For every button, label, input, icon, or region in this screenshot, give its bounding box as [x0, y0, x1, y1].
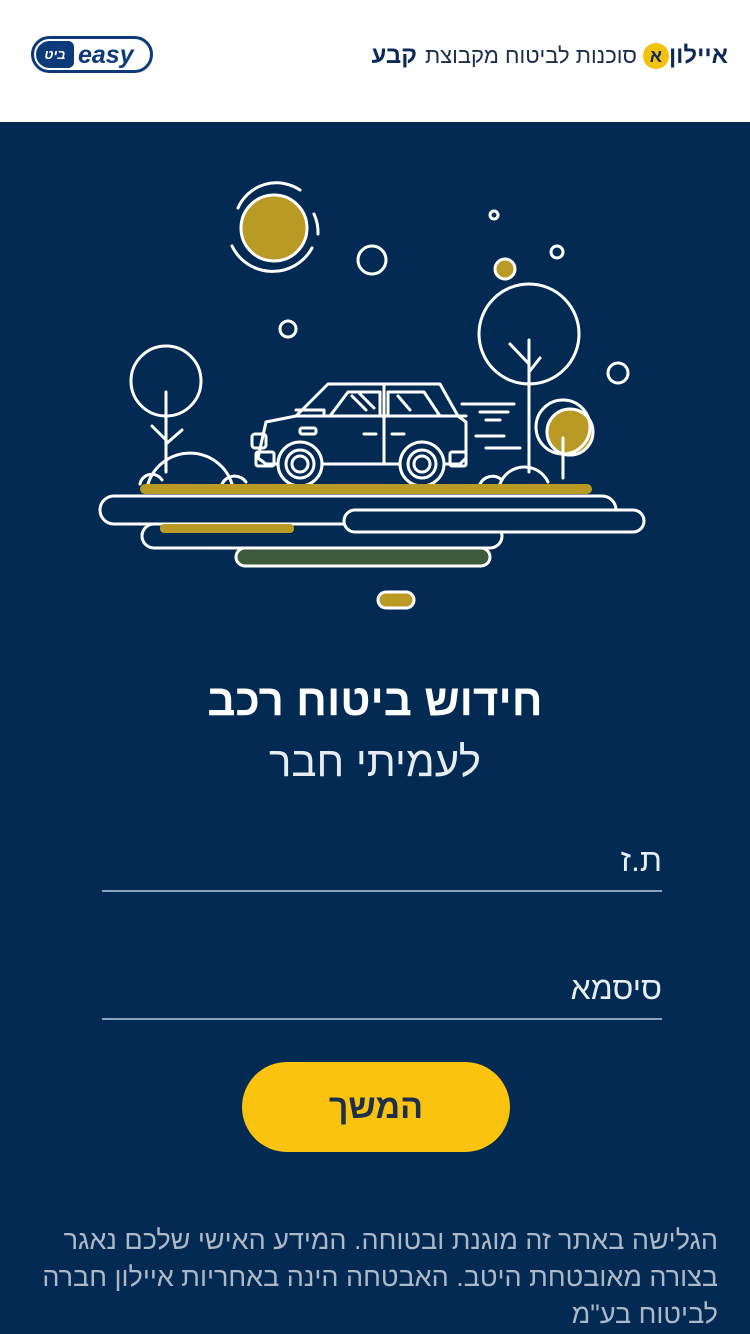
sun-ray-arc [312, 212, 320, 236]
page-title: חידוש ביטוח רכב [207, 676, 543, 725]
ground-stripe [140, 484, 592, 494]
continue-button[interactable]: המשך [242, 1062, 510, 1152]
ground-stripe [160, 524, 294, 533]
id-input[interactable] [102, 830, 662, 890]
easy-logo-badge: ביט [36, 41, 74, 68]
ground-stone [376, 590, 416, 610]
top-header: ביט easy קבע סוכנות לביטוח מקבוצת איילון [0, 0, 750, 122]
bubble-shape [356, 244, 388, 276]
ground-shape [234, 546, 492, 568]
bubble-shape [493, 257, 517, 281]
password-input[interactable] [102, 958, 662, 1018]
bubble-shape [488, 209, 500, 221]
page-subtitle: לעמיתי חבר [268, 738, 481, 785]
ground-shape [342, 508, 646, 534]
car-illustration [98, 181, 646, 610]
sun-icon [239, 193, 309, 263]
kevah-brand-logo[interactable]: קבע סוכנות לביטוח מקבוצת איילון [366, 36, 728, 76]
car-icon [250, 382, 468, 488]
easy-logo-text: easy [78, 41, 134, 69]
bubble-shape [278, 319, 298, 339]
password-field [102, 958, 662, 1020]
brand-kevah: קבע [371, 42, 417, 69]
ayalon-logo-icon [642, 43, 669, 69]
easy-logo[interactable]: ביט easy [31, 36, 153, 73]
bubble-shape [606, 361, 630, 385]
id-field [102, 830, 662, 892]
brand-ayalon: איילון [668, 42, 728, 69]
security-disclaimer: הגלישה באתר זה מוגנת ובטוחה. המידע האישי… [42, 1225, 718, 1329]
bubble-shape [549, 244, 565, 260]
brand-agency-text: סוכנות לביטוח מקבוצת [424, 43, 637, 68]
